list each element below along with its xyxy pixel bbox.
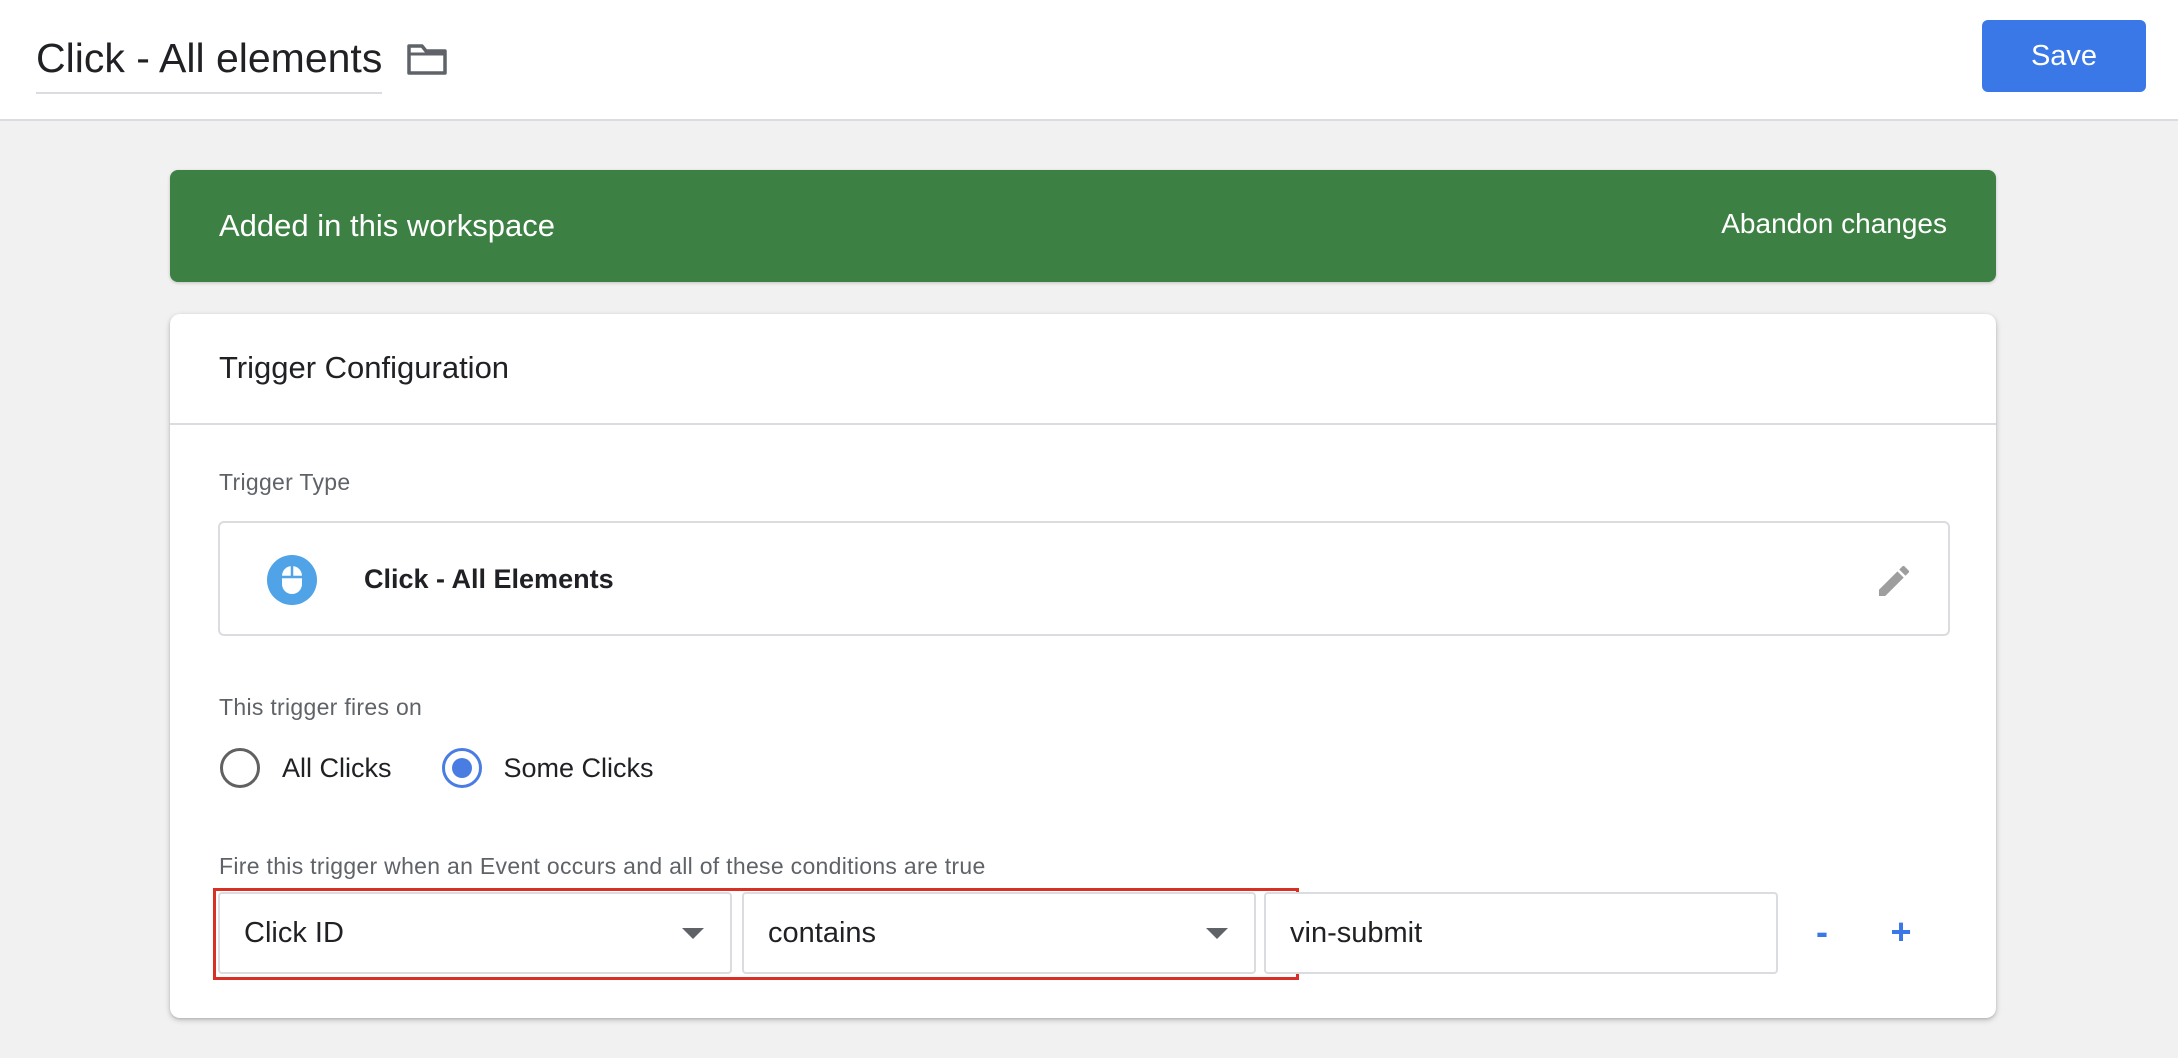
folder-button[interactable] [400, 36, 454, 82]
condition-label: Fire this trigger when an Event occurs a… [219, 853, 986, 879]
save-button[interactable]: Save [1982, 20, 2146, 92]
radio-button-unchecked[interactable] [220, 748, 260, 788]
trigger-type-selector[interactable]: Click - All Elements [218, 521, 1950, 636]
trigger-type-label: Trigger Type [219, 469, 351, 495]
chevron-down-icon [682, 928, 704, 939]
workspace-status-banner: Added in this workspace Abandon changes [170, 170, 1996, 282]
folder-icon [407, 44, 447, 75]
card-header: Trigger Configuration [170, 314, 1996, 425]
card-title: Trigger Configuration [219, 350, 510, 385]
pencil-icon[interactable] [1874, 561, 1914, 601]
trigger-name-title[interactable]: Click - All elements [36, 34, 383, 94]
remove-condition-button[interactable]: - [1794, 904, 1850, 960]
banner-message: Added in this workspace [219, 208, 556, 243]
radio-label-all-clicks: All Clicks [282, 752, 392, 783]
operator-select-value: contains [768, 917, 877, 949]
radio-button-checked[interactable] [441, 748, 482, 788]
operator-select[interactable]: contains [742, 892, 1256, 974]
condition-value-input[interactable] [1264, 892, 1778, 974]
fires-on-label: This trigger fires on [219, 694, 423, 720]
chevron-down-icon [1206, 928, 1228, 939]
top-bar: Click - All elements Save [0, 0, 2178, 121]
fires-on-radio-group: All Clicks Some Clicks [220, 746, 704, 790]
radio-all-clicks[interactable]: All Clicks [220, 748, 392, 788]
radio-label-some-clicks: Some Clicks [503, 752, 654, 783]
variable-select[interactable]: Click ID [218, 892, 732, 974]
abandon-changes-link[interactable]: Abandon changes [1721, 208, 1947, 240]
trigger-configuration-card: Trigger Configuration Trigger Type Click… [170, 314, 1996, 1018]
trigger-type-name: Click - All Elements [364, 564, 614, 594]
mouse-icon [267, 555, 317, 605]
variable-select-value: Click ID [244, 917, 344, 949]
radio-some-clicks[interactable]: Some Clicks [441, 748, 654, 788]
add-condition-button[interactable]: + [1873, 904, 1929, 960]
